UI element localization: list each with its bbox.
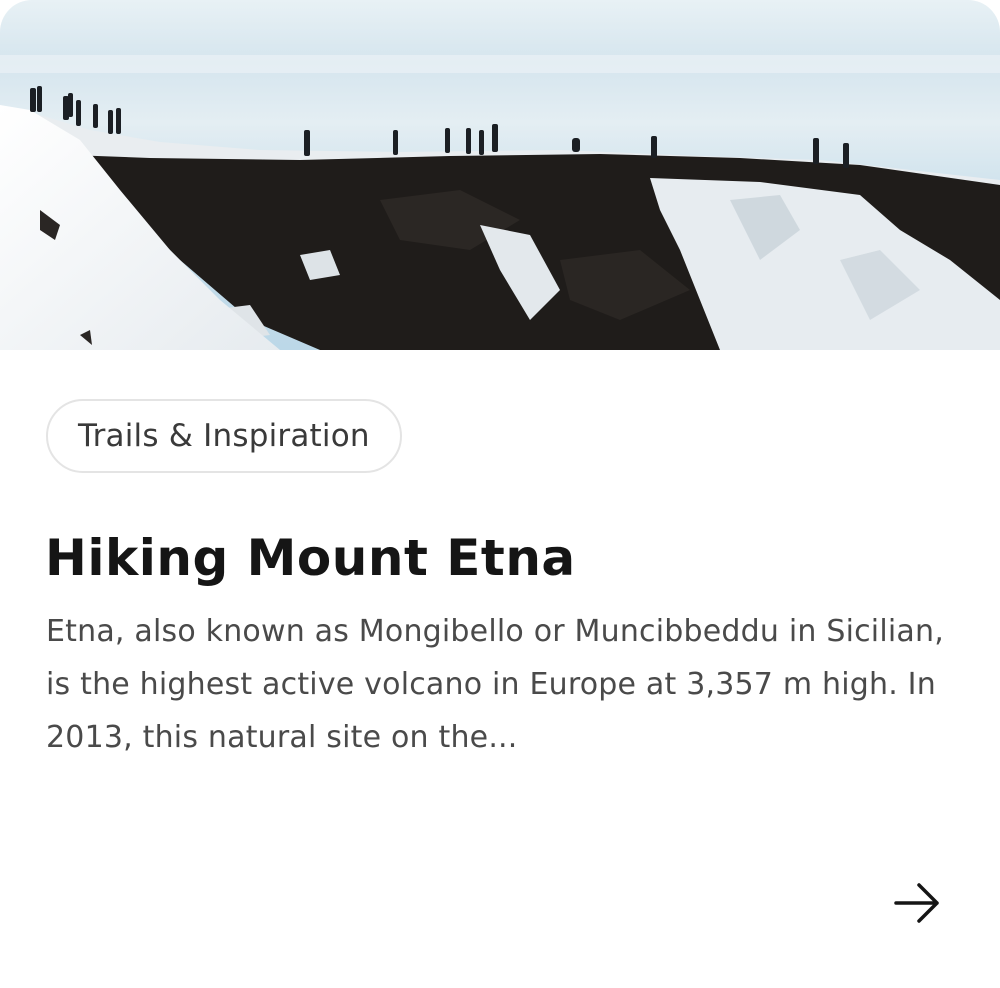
read-more-button[interactable]	[886, 872, 948, 934]
category-tag[interactable]: Trails & Inspiration	[46, 399, 402, 473]
article-excerpt: Etna, also known as Mongibello or Muncib…	[46, 614, 944, 755]
article-card[interactable]: Trails & Inspiration Hiking Mount Etna E…	[0, 0, 1000, 988]
arrow-right-icon	[894, 883, 939, 923]
article-title[interactable]: Hiking Mount Etna	[45, 523, 576, 593]
hero-image	[0, 0, 1000, 350]
